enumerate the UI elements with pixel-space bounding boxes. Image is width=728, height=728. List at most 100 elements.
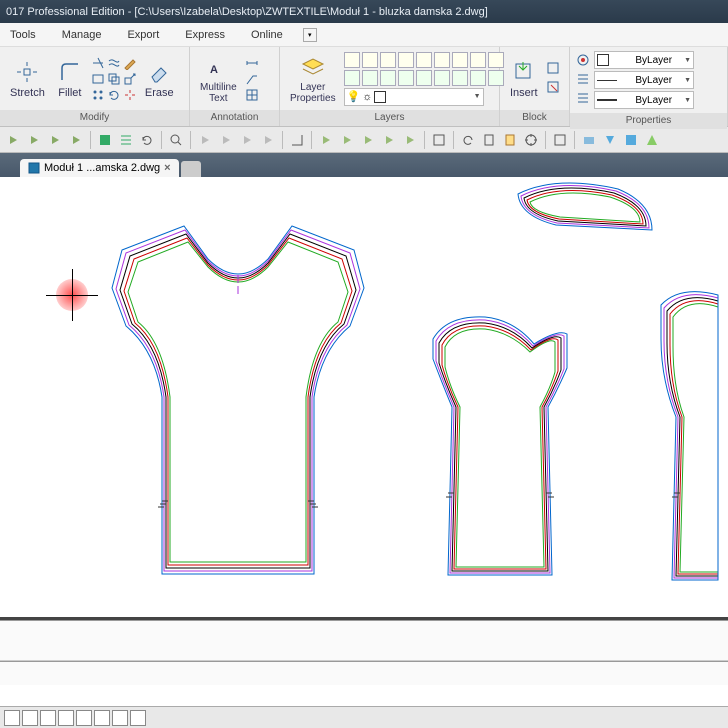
tool-rotate-icon[interactable] [107,88,121,102]
lineweight-selector[interactable]: ByLayer ▼ [594,91,694,109]
layer-tool-14[interactable] [416,70,432,86]
layer-tool-8[interactable] [470,52,486,68]
tool-trim-icon[interactable] [91,56,105,70]
document-tab-bar: Moduł 1 ...amska 2.dwg × [0,153,728,177]
erase-button[interactable]: Erase [141,57,178,101]
command-input[interactable] [0,661,728,683]
leader-icon[interactable] [245,72,259,86]
block-edit-icon[interactable] [546,80,560,97]
tb-nav-4[interactable] [380,131,398,149]
layer-tool-6[interactable] [434,52,450,68]
status-otrack-icon[interactable] [94,710,110,726]
tool-offset-icon[interactable] [107,56,121,70]
tb-arrow-4[interactable] [67,131,85,149]
layer-selector[interactable]: 💡 ☼ ▼ [344,88,484,106]
tb-arrow-3[interactable] [46,131,64,149]
status-snap-icon[interactable] [4,710,20,726]
layer-tool-15[interactable] [434,70,450,86]
mtext-icon: A [205,54,231,80]
tb-window-icon[interactable] [551,131,569,149]
tool-explode-icon[interactable] [123,88,137,102]
layer-tool-12[interactable] [380,70,396,86]
tb-misc-4[interactable] [643,131,661,149]
layer-tool-13[interactable] [398,70,414,86]
layer-properties-button[interactable]: Layer Properties [286,52,340,106]
fillet-button[interactable]: Fillet [53,57,87,101]
close-tab-icon[interactable]: × [164,162,170,174]
tb-arrow-2[interactable] [25,131,43,149]
tb-refresh-icon[interactable] [138,131,156,149]
status-osnap-icon[interactable] [76,710,92,726]
tb-zoom-icon[interactable] [167,131,185,149]
drawing-canvas[interactable] [0,177,728,620]
tb-lines-icon[interactable] [117,131,135,149]
menu-express[interactable]: Express [179,27,231,43]
tb-iso-arrow-4[interactable] [259,131,277,149]
menu-tools[interactable]: Tools [4,27,42,43]
layer-tool-4[interactable] [398,52,414,68]
tool-copy-icon[interactable] [107,72,121,86]
tb-misc-3[interactable] [622,131,640,149]
block-create-icon[interactable] [546,61,560,78]
list2-props-icon[interactable] [576,91,590,108]
tb-snap-icon[interactable] [288,131,306,149]
layer-tool-5[interactable] [416,52,432,68]
menu-manage[interactable]: Manage [56,27,108,43]
table-icon[interactable] [245,88,259,102]
layer-tool-10[interactable] [344,70,360,86]
toolbar-strip [0,127,728,153]
tb-arrow-1[interactable] [4,131,22,149]
tb-paste-icon[interactable] [501,131,519,149]
mtext-button[interactable]: A Multiline Text [196,52,241,106]
status-grid-icon[interactable] [22,710,38,726]
menu-export[interactable]: Export [121,27,165,43]
dimension-icon[interactable] [245,56,259,70]
tb-nav-1[interactable] [317,131,335,149]
new-tab-button[interactable] [181,161,201,177]
tb-clipboard-icon[interactable] [480,131,498,149]
layer-tool-1[interactable] [344,52,360,68]
tool-scale-icon[interactable] [123,72,137,86]
layer-tool-3[interactable] [380,52,396,68]
tb-nav-3[interactable] [359,131,377,149]
insert-button[interactable]: Insert [506,57,542,101]
menu-bar: Tools Manage Export Express Online ▾ [0,23,728,47]
tb-iso-arrow-2[interactable] [217,131,235,149]
tb-rotate-l-icon[interactable] [459,131,477,149]
layer-tool-7[interactable] [452,52,468,68]
menu-online[interactable]: Online [245,27,289,43]
color-selector[interactable]: ByLayer ▼ [594,51,694,69]
status-lwt-icon[interactable] [112,710,128,726]
layer-tool-11[interactable] [362,70,378,86]
linetype-selector[interactable]: ByLayer ▼ [594,71,694,89]
ribbon-group-modify: Stretch Fillet Erase Modify [0,47,190,126]
tb-nav-5[interactable] [401,131,419,149]
chevron-down-icon: ▼ [684,97,691,104]
layer-tool-16[interactable] [452,70,468,86]
tb-box-icon[interactable] [430,131,448,149]
tool-edit-icon[interactable] [123,56,137,70]
file-tab-active[interactable]: Moduł 1 ...amska 2.dwg × [20,159,179,177]
layer-tool-17[interactable] [470,70,486,86]
status-ortho-icon[interactable] [40,710,56,726]
tb-iso-arrow-1[interactable] [196,131,214,149]
menu-overflow-icon[interactable]: ▾ [303,28,317,42]
tb-iso-arrow-3[interactable] [238,131,256,149]
stretch-button[interactable]: Stretch [6,57,49,101]
list-props-icon[interactable] [576,72,590,89]
tb-nav-2[interactable] [338,131,356,149]
layer-tool-2[interactable] [362,52,378,68]
color-swatch [597,54,609,66]
status-model-icon[interactable] [130,710,146,726]
tb-misc-1[interactable] [580,131,598,149]
tb-hatch-icon[interactable] [96,131,114,149]
ribbon-group-annotation: A Multiline Text Annotation [190,47,280,126]
tool-array-icon[interactable] [91,88,105,102]
match-props-icon[interactable] [576,53,590,70]
tb-misc-2[interactable] [601,131,619,149]
modify-group-label: Modify [0,110,189,126]
tb-target-icon[interactable] [522,131,540,149]
status-polar-icon[interactable] [58,710,74,726]
file-tab-name: Moduł 1 ...amska 2.dwg [44,162,160,174]
tool-rect-icon[interactable] [91,72,105,86]
